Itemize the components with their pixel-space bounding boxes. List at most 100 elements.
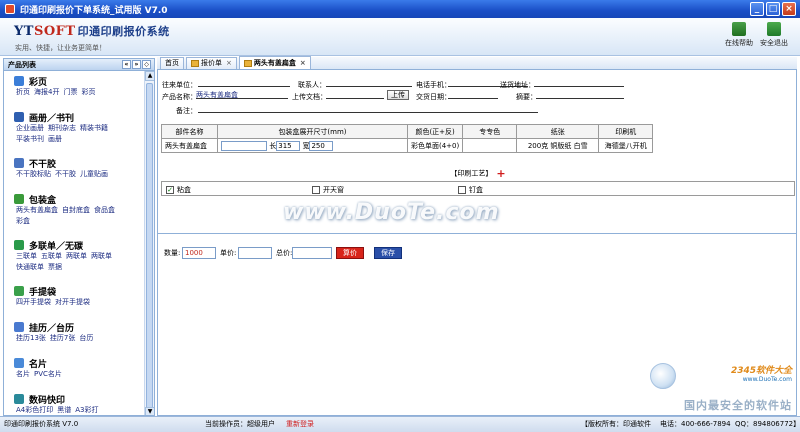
process-option-glue[interactable]: ✓ 粘盒: [166, 185, 191, 195]
sidebar-item[interactable]: 票据: [48, 263, 62, 271]
sidebar-item[interactable]: 挂历13张: [16, 334, 46, 342]
sidebar-category[interactable]: 名片 名片 PVC名片: [14, 357, 142, 380]
sidebar-item[interactable]: 两联单: [66, 252, 87, 260]
tab-close-icon[interactable]: ×: [226, 58, 232, 69]
tab[interactable]: 首页: [160, 57, 184, 69]
remark-field[interactable]: [198, 105, 538, 113]
sidebar-item[interactable]: 海报4开: [34, 88, 59, 96]
minimize-button[interactable]: _: [750, 2, 764, 16]
sidebar-category[interactable]: 挂历／台历 挂历13张 挂历7张 台历: [14, 321, 142, 344]
sidebar-item[interactable]: 快通联单: [16, 263, 44, 271]
sidebar-item[interactable]: 自封底盒: [62, 206, 90, 214]
sidebar-item[interactable]: 三联单: [16, 252, 37, 260]
sidebar-item[interactable]: 期刊杂志: [48, 124, 76, 132]
process-option-staple[interactable]: 钉盒: [458, 185, 483, 195]
sidebar-item[interactable]: 门票: [63, 88, 77, 96]
pin-icon[interactable]: ◇: [142, 60, 151, 69]
product-name-field[interactable]: 两头有盖扁盒: [196, 91, 288, 99]
sidebar-item[interactable]: 挂历7张: [50, 334, 75, 342]
sidebar-item[interactable]: 彩页: [81, 88, 95, 96]
sidebar-item[interactable]: 四开手提袋: [16, 298, 51, 306]
sidebar-item[interactable]: 企业画册: [16, 124, 44, 132]
category-title[interactable]: 多联单／无碳: [14, 239, 142, 252]
sidebar-category[interactable]: 数码快印 A4彩色打印 黑谱 A3彩打: [14, 393, 142, 415]
tab[interactable]: 两头有盖扁盒 ×: [238, 56, 311, 69]
tab[interactable]: 报价单 ×: [186, 57, 237, 69]
sidebar-category[interactable]: 手提袋 四开手提袋 对开手提袋: [14, 285, 142, 308]
scroll-up-icon[interactable]: ▲: [145, 71, 154, 81]
sidebar-item[interactable]: 五联单: [41, 252, 62, 260]
category-title[interactable]: 数码快印: [14, 393, 142, 406]
save-button[interactable]: 保存: [374, 247, 402, 259]
sidebar-item[interactable]: 食品盒: [94, 206, 115, 214]
scroll-thumb[interactable]: [146, 83, 153, 413]
size-extra-input[interactable]: [221, 140, 267, 151]
add-process-icon[interactable]: +: [496, 167, 505, 180]
sidebar-item[interactable]: 台历: [79, 334, 93, 342]
sidebar-item[interactable]: 两联单: [91, 252, 112, 260]
delivery-date-field[interactable]: [448, 91, 498, 99]
sidebar-category[interactable]: 不干胶 不干胶标贴 不干胶 儿童贴画: [14, 157, 142, 180]
sidebar-category[interactable]: 画册／书刊 企业画册 期刊杂志 精装书籍平装书刊 画册: [14, 111, 142, 145]
expand-right-icon[interactable]: »: [132, 60, 141, 69]
sidebar-item[interactable]: A3彩打: [75, 406, 98, 414]
category-title[interactable]: 画册／书刊: [14, 111, 142, 124]
sidebar-item[interactable]: 名片: [16, 370, 30, 378]
online-help-button[interactable]: 在线帮助: [722, 22, 756, 48]
category-title[interactable]: 名片: [14, 357, 142, 370]
total-price-input[interactable]: [292, 247, 332, 259]
sidebar-item[interactable]: 彩盒: [16, 217, 30, 225]
category-title[interactable]: 挂历／台历: [14, 321, 142, 334]
close-button[interactable]: ×: [782, 2, 796, 16]
customer-label: 往来单位：: [162, 81, 197, 89]
sidebar-item[interactable]: 对开手提袋: [55, 298, 90, 306]
sidebar-item[interactable]: A4彩色打印: [16, 406, 53, 414]
category-title[interactable]: 手提袋: [14, 285, 142, 298]
title-bar: 印通印刷报价下单系统_试用版 V7.0 _ □ ×: [0, 0, 800, 18]
maximize-button[interactable]: □: [766, 2, 780, 16]
category-title[interactable]: 包装盒: [14, 193, 142, 206]
upload-button[interactable]: 上传: [387, 90, 409, 100]
unit-price-input[interactable]: [238, 247, 272, 259]
tab-document-icon: [191, 60, 199, 67]
sidebar-item[interactable]: 黑谱: [57, 406, 71, 414]
sidebar-item[interactable]: 不干胶标贴: [16, 170, 51, 178]
sidebar-item[interactable]: 折页: [16, 88, 30, 96]
paper-cell[interactable]: 200克 铜版纸 白雪: [516, 138, 600, 153]
total-price-label: 总价:: [276, 249, 293, 257]
sidebar-item[interactable]: 两头有盖扁盒: [16, 206, 58, 214]
sidebar-category[interactable]: 包装盒 两头有盖扁盒 自封底盒 食品盒彩盒: [14, 193, 142, 227]
sidebar-category[interactable]: 彩页 折页 海报4开 门票 彩页: [14, 75, 142, 98]
checkbox-glue[interactable]: ✓: [166, 186, 174, 194]
sidebar-category[interactable]: 多联单／无碳 三联单 五联单 两联单 两联单 快通联单 票据: [14, 239, 142, 273]
customer-field[interactable]: [198, 79, 290, 87]
safe-exit-button[interactable]: 安全退出: [757, 22, 791, 48]
sidebar-item[interactable]: 精装书籍: [80, 124, 108, 132]
scroll-down-icon[interactable]: ▼: [145, 407, 154, 415]
sidebar-item[interactable]: PVC名片: [34, 370, 62, 378]
address-field[interactable]: [534, 79, 624, 87]
category-title[interactable]: 不干胶: [14, 157, 142, 170]
quote-button[interactable]: 算价: [336, 247, 364, 259]
width-input[interactable]: 250: [309, 140, 334, 151]
process-option-window[interactable]: 开天窗: [312, 185, 344, 195]
sidebar-scrollbar[interactable]: ▲ ▼: [144, 71, 154, 415]
length-input[interactable]: 315: [276, 140, 301, 151]
sidebar-item[interactable]: 画册: [48, 135, 62, 143]
summary-field[interactable]: [536, 91, 624, 99]
sidebar-item[interactable]: 不干胶: [55, 170, 76, 178]
upload-path-field[interactable]: [326, 91, 384, 99]
tab-close-icon[interactable]: ×: [300, 58, 306, 69]
relogin-link[interactable]: 重新登录: [286, 417, 314, 432]
spot-color-cell[interactable]: [462, 138, 518, 153]
checkbox-window[interactable]: [312, 186, 320, 194]
checkbox-staple[interactable]: [458, 186, 466, 194]
category-title[interactable]: 彩页: [14, 75, 142, 88]
color-cell[interactable]: 彩色单面(4+0): [406, 138, 464, 153]
contact-field[interactable]: [326, 79, 412, 87]
collapse-left-icon[interactable]: «: [122, 60, 131, 69]
press-cell[interactable]: 海德堡八开机: [598, 138, 654, 153]
quantity-input[interactable]: 1000: [182, 247, 216, 259]
sidebar-item[interactable]: 平装书刊: [16, 135, 44, 143]
sidebar-item[interactable]: 儿童贴画: [80, 170, 108, 178]
